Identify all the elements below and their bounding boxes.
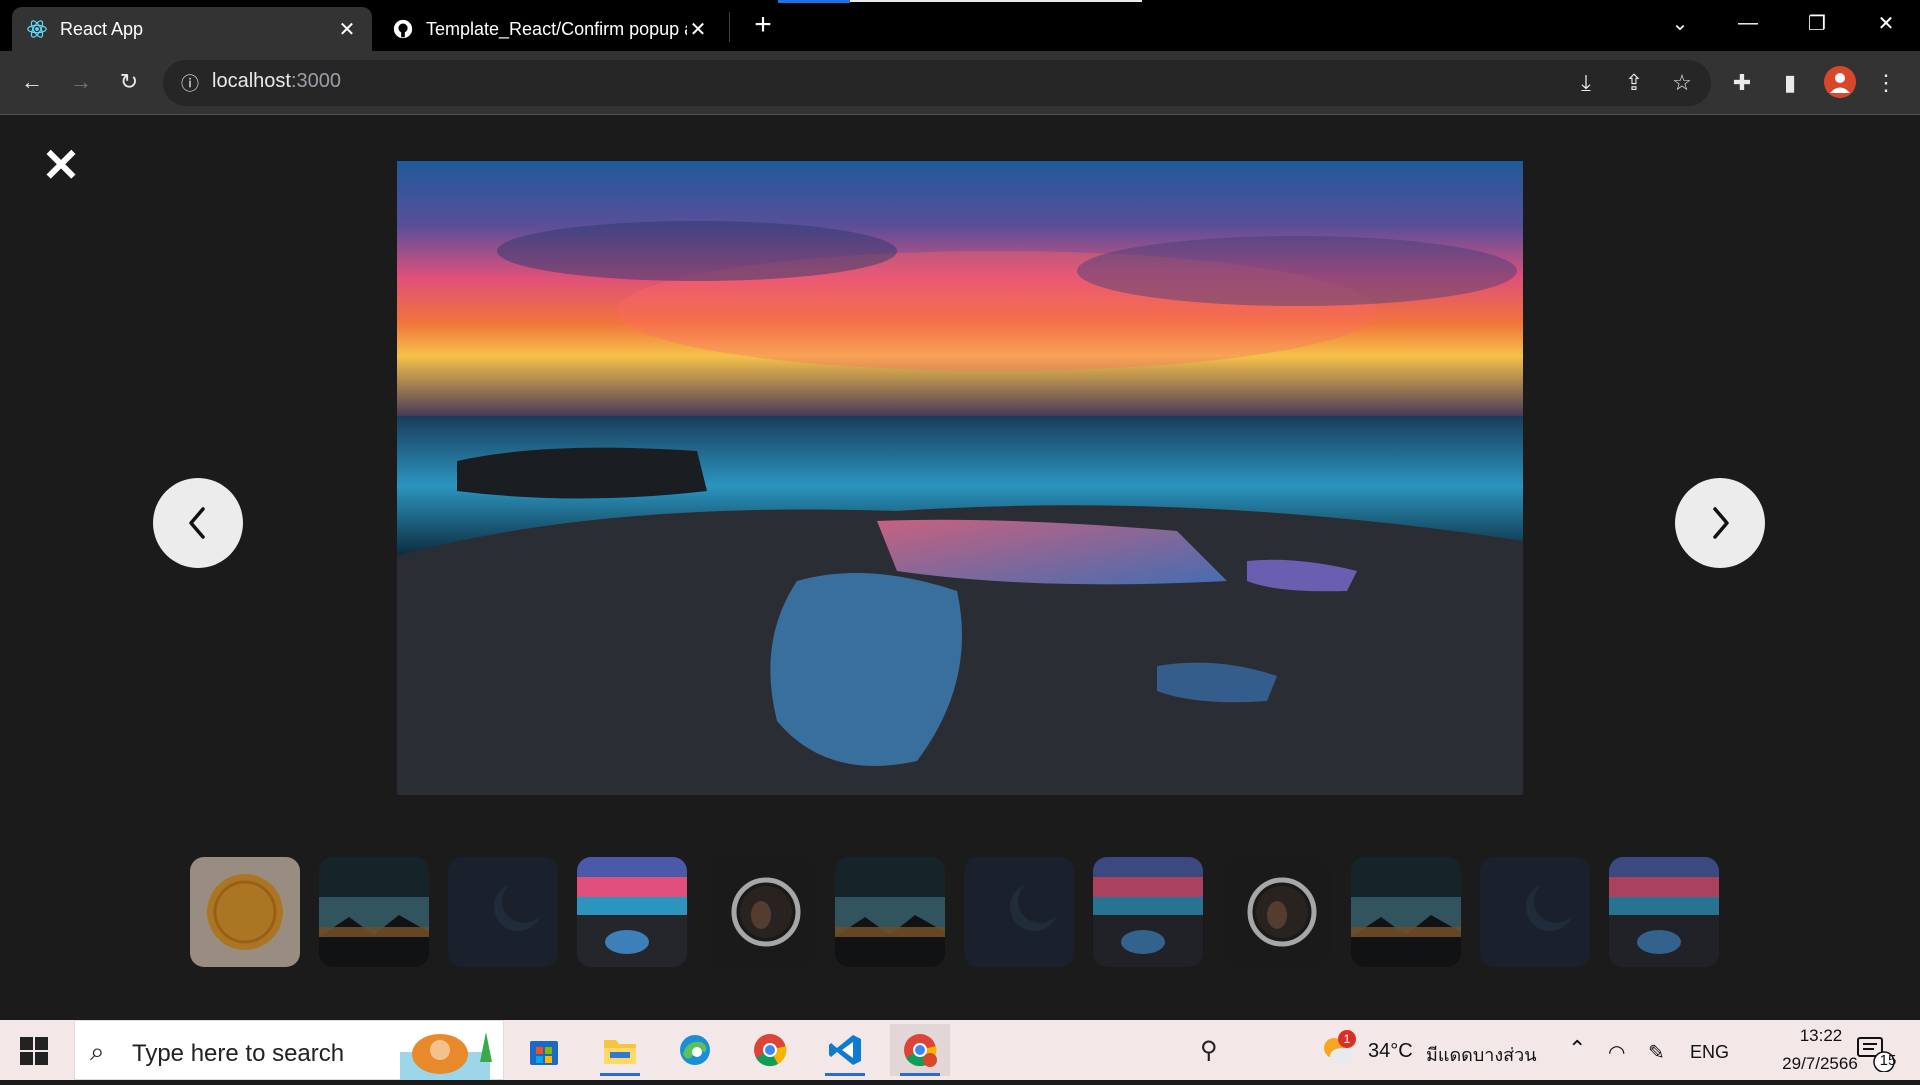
react-icon: [26, 18, 48, 40]
thumbnail-sunset[interactable]: [1093, 857, 1203, 967]
thumbnail-planet[interactable]: [964, 857, 1074, 967]
install-icon[interactable]: ⤓: [1568, 65, 1604, 101]
thumbnail-planet[interactable]: [448, 857, 558, 967]
chevron-left-icon: [189, 507, 205, 539]
file-explorer-icon[interactable]: [590, 1024, 650, 1076]
thumbnail-landscape[interactable]: [835, 857, 945, 967]
previous-button[interactable]: [153, 478, 243, 568]
bookmark-star-icon[interactable]: ☆: [1664, 65, 1700, 101]
language-indicator[interactable]: ENG: [1690, 1042, 1729, 1063]
thumbnail-cookie[interactable]: [190, 857, 300, 967]
thumbnail-planet[interactable]: [1480, 857, 1590, 967]
tab-template-react[interactable]: Template_React/Confirm popup at ✕: [378, 7, 723, 51]
tab-search-icon[interactable]: ⌄: [1660, 8, 1700, 38]
thumbnail-sunset[interactable]: [1609, 857, 1719, 967]
thumbnail-landscape[interactable]: [1351, 857, 1461, 967]
thumbnail-astronaut[interactable]: [706, 857, 816, 967]
github-icon: [392, 18, 414, 40]
weather-badge: 1: [1338, 1030, 1356, 1048]
extensions-icon[interactable]: ✚: [1724, 65, 1760, 101]
tab-close-icon[interactable]: ✕: [336, 17, 358, 42]
forward-icon[interactable]: →: [63, 64, 99, 100]
thumbnail-landscape[interactable]: [319, 857, 429, 967]
next-button[interactable]: [1675, 478, 1765, 568]
pen-icon[interactable]: ✎: [1648, 1040, 1665, 1065]
chevron-right-icon: [1713, 507, 1729, 539]
tab-separator: [729, 12, 730, 42]
microsoft-store-icon[interactable]: [514, 1024, 574, 1076]
sunset-seascape-image: [397, 161, 1523, 795]
side-panel-icon[interactable]: ▮: [1772, 65, 1808, 101]
tab-title: Template_React/Confirm popup at: [426, 18, 687, 39]
network-icon[interactable]: ◠: [1608, 1040, 1625, 1065]
minimize-icon[interactable]: —: [1728, 8, 1768, 38]
info-icon[interactable]: ⓘ: [172, 65, 208, 101]
new-tab-button[interactable]: +: [748, 10, 778, 40]
tab-react-app[interactable]: React App ✕: [12, 7, 372, 51]
thumbnail-astronaut[interactable]: [1222, 857, 1332, 967]
address-bar[interactable]: [163, 60, 1711, 106]
edge-icon[interactable]: [665, 1024, 725, 1076]
url-text: localhost:3000: [212, 70, 341, 92]
tiger-search-highlight-icon[interactable]: [390, 1022, 500, 1080]
notification-count: 15: [1879, 1052, 1897, 1069]
thumbnail-strip: [190, 857, 1719, 967]
loading-progress-track: [850, 0, 1142, 2]
reload-icon[interactable]: ↻: [111, 64, 147, 100]
chrome-profile-icon[interactable]: [890, 1024, 950, 1076]
vscode-icon[interactable]: [815, 1024, 875, 1076]
restore-icon[interactable]: ❐: [1797, 8, 1837, 38]
main-image: [397, 161, 1523, 795]
windows-start-icon[interactable]: [16, 1033, 52, 1069]
tab-close-icon[interactable]: ✕: [687, 17, 709, 42]
people-icon[interactable]: ⚲: [1200, 1036, 1218, 1065]
back-icon[interactable]: ←: [14, 64, 50, 100]
weather-description[interactable]: มีแดดบางส่วน: [1426, 1040, 1537, 1069]
chrome-icon[interactable]: [740, 1024, 800, 1076]
menu-icon[interactable]: ⋮: [1868, 65, 1904, 101]
close-window-icon[interactable]: ✕: [1866, 8, 1906, 38]
thumbnail-sunset[interactable]: [577, 857, 687, 967]
profile-avatar[interactable]: [1824, 66, 1856, 98]
share-icon[interactable]: ⇪: [1616, 65, 1652, 101]
search-icon: ⌕: [90, 1036, 105, 1066]
loading-progress-bar: [778, 0, 850, 3]
tab-title: React App: [60, 18, 144, 39]
weather-temp[interactable]: 34°C: [1368, 1040, 1413, 1063]
close-viewer-button[interactable]: ✕: [38, 142, 84, 188]
search-placeholder: Type here to search: [132, 1040, 345, 1067]
chevron-up-icon[interactable]: ⌃: [1568, 1036, 1586, 1062]
